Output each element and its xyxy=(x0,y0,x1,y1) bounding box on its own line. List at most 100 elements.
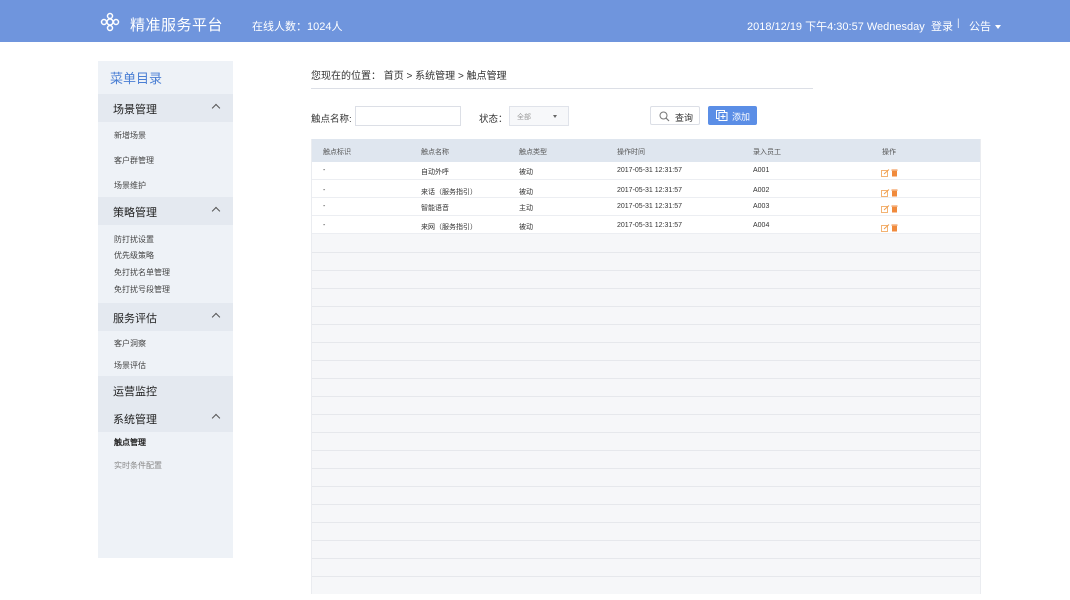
datetime-display: 2018/12/19 下午4:30:57 Wednesday xyxy=(747,21,925,33)
empty-row-line xyxy=(312,270,980,271)
cell-staff: A001 xyxy=(753,167,770,174)
empty-row-line xyxy=(312,396,980,397)
edit-icon[interactable] xyxy=(881,169,890,177)
empty-row-line xyxy=(312,432,980,433)
empty-row-line xyxy=(312,306,980,307)
empty-row-line xyxy=(312,342,980,343)
empty-row-line xyxy=(312,360,980,361)
column-header: 触点类型 xyxy=(519,149,547,156)
edit-icon[interactable] xyxy=(881,189,890,197)
menu-item-customer-insight[interactable]: 客户洞察 xyxy=(114,338,146,349)
notice-label: 公告 xyxy=(969,21,991,33)
query-button[interactable]: 查询 xyxy=(650,106,700,125)
row-actions xyxy=(881,189,901,197)
cell-staff: A004 xyxy=(753,222,770,229)
touchpoint-name-input[interactable] xyxy=(355,106,461,126)
menu-group-label: 服务评估 xyxy=(113,313,157,325)
menu-item-anti-disturb[interactable]: 防打扰设置 xyxy=(114,234,154,245)
cell-name: 自动外呼 xyxy=(421,169,449,176)
sidebar-menu: 菜单目录 场景管理 新增场景 客户群管理 场景维护 策略管理 防打扰设置 优先级… xyxy=(98,61,233,558)
name-filter-label: 触点名称: xyxy=(311,114,352,125)
menu-group-label: 策略管理 xyxy=(113,207,157,219)
brand-title: 精准服务平台 xyxy=(130,17,224,34)
cell-type: 被动 xyxy=(519,169,533,176)
cell-staff: A002 xyxy=(753,187,770,194)
menu-item-touchpoint[interactable]: 触点管理 xyxy=(114,437,146,448)
row-actions xyxy=(881,169,901,177)
delete-icon[interactable] xyxy=(891,205,898,213)
menu-item-dnd-list[interactable]: 免打扰名单管理 xyxy=(114,267,170,278)
menu-item-dnd-segment[interactable]: 免打扰号段管理 xyxy=(114,284,170,295)
empty-row-line xyxy=(312,252,980,253)
search-icon xyxy=(659,111,670,122)
empty-row-line xyxy=(312,324,980,325)
column-header: 录入员工 xyxy=(753,149,781,156)
cell-time: 2017-05-31 12:31:57 xyxy=(617,187,682,194)
menu-group-monitor[interactable]: 运营监控 xyxy=(98,376,233,404)
delete-icon[interactable] xyxy=(891,224,898,232)
menu-group-label: 场景管理 xyxy=(113,104,157,116)
header-separator: | xyxy=(957,18,960,29)
online-count: 在线人数：1024人 xyxy=(252,21,343,33)
empty-row-line xyxy=(312,504,980,505)
menu-group-strategy[interactable]: 策略管理 xyxy=(98,197,233,225)
add-icon xyxy=(716,110,728,121)
empty-row-line xyxy=(312,540,980,541)
cell-id: - xyxy=(323,167,326,174)
menu-item-realtime-config[interactable]: 实时条件配置 xyxy=(114,460,162,471)
column-header: 触点名称 xyxy=(421,149,449,156)
caret-down-icon xyxy=(553,115,557,118)
cell-name: 来网（服务指引） xyxy=(421,224,477,231)
cell-name: 来话（服务指引） xyxy=(421,189,477,196)
logo-icon xyxy=(100,12,120,32)
menu-group-scene[interactable]: 场景管理 xyxy=(98,94,233,122)
query-button-label: 查询 xyxy=(675,113,694,123)
edit-icon[interactable] xyxy=(881,205,890,213)
notice-dropdown[interactable]: 公告 xyxy=(969,18,1001,34)
menu-item-scene-evaluation[interactable]: 场景评估 xyxy=(114,360,146,371)
column-header: 操作 xyxy=(882,149,896,156)
column-header: 操作时间 xyxy=(617,149,645,156)
menu-item-add-scene[interactable]: 新增场景 xyxy=(114,130,146,141)
empty-row-line xyxy=(312,558,980,559)
delete-icon[interactable] xyxy=(891,189,898,197)
empty-row-line xyxy=(312,576,980,577)
empty-row-line xyxy=(312,414,980,415)
menu-group-label: 运营监控 xyxy=(113,386,157,398)
empty-row-line xyxy=(312,450,980,451)
cell-type: 主动 xyxy=(519,205,533,212)
add-button[interactable]: 添加 xyxy=(708,106,757,125)
caret-down-icon xyxy=(995,25,1001,30)
menu-group-system[interactable]: 系统管理 xyxy=(98,404,233,432)
chevron-up-icon xyxy=(211,413,221,423)
cell-type: 被动 xyxy=(519,224,533,231)
login-link[interactable]: 登录 xyxy=(931,18,953,34)
status-select-value: 全部 xyxy=(517,114,531,121)
empty-row-line xyxy=(312,378,980,379)
table-row: - 来网（服务指引） 被动 2017-05-31 12:31:57 A004 xyxy=(312,216,980,234)
table-row: - 来话（服务指引） 被动 2017-05-31 12:31:57 A002 xyxy=(312,180,980,198)
menu-item-priority[interactable]: 优先级策略 xyxy=(114,250,154,261)
edit-icon[interactable] xyxy=(881,224,890,232)
menu-item-customer-group[interactable]: 客户群管理 xyxy=(114,155,154,166)
status-select[interactable]: 全部 xyxy=(509,106,569,126)
empty-row-line xyxy=(312,288,980,289)
cell-id: - xyxy=(323,187,326,194)
cell-type: 被动 xyxy=(519,189,533,196)
empty-row-line xyxy=(312,522,980,523)
menu-group-evaluation[interactable]: 服务评估 xyxy=(98,303,233,331)
row-actions xyxy=(881,205,901,213)
menu-item-scene-maintain[interactable]: 场景维护 xyxy=(114,180,146,191)
row-actions xyxy=(881,224,901,232)
status-filter-label: 状态： xyxy=(479,114,508,125)
table-row: - 自动外呼 被动 2017-05-31 12:31:57 A001 xyxy=(312,162,980,180)
menu-title: 菜单目录 xyxy=(110,71,163,86)
cell-id: - xyxy=(323,222,326,229)
add-button-label: 添加 xyxy=(732,112,751,122)
touchpoint-table: 触点标识 触点名称 触点类型 操作时间 录入员工 操作 - 自动外呼 被动 20… xyxy=(311,139,981,594)
column-header: 触点标识 xyxy=(323,149,351,156)
empty-row-line xyxy=(312,468,980,469)
delete-icon[interactable] xyxy=(891,169,898,177)
cell-time: 2017-05-31 12:31:57 xyxy=(617,203,682,210)
divider xyxy=(311,88,813,89)
